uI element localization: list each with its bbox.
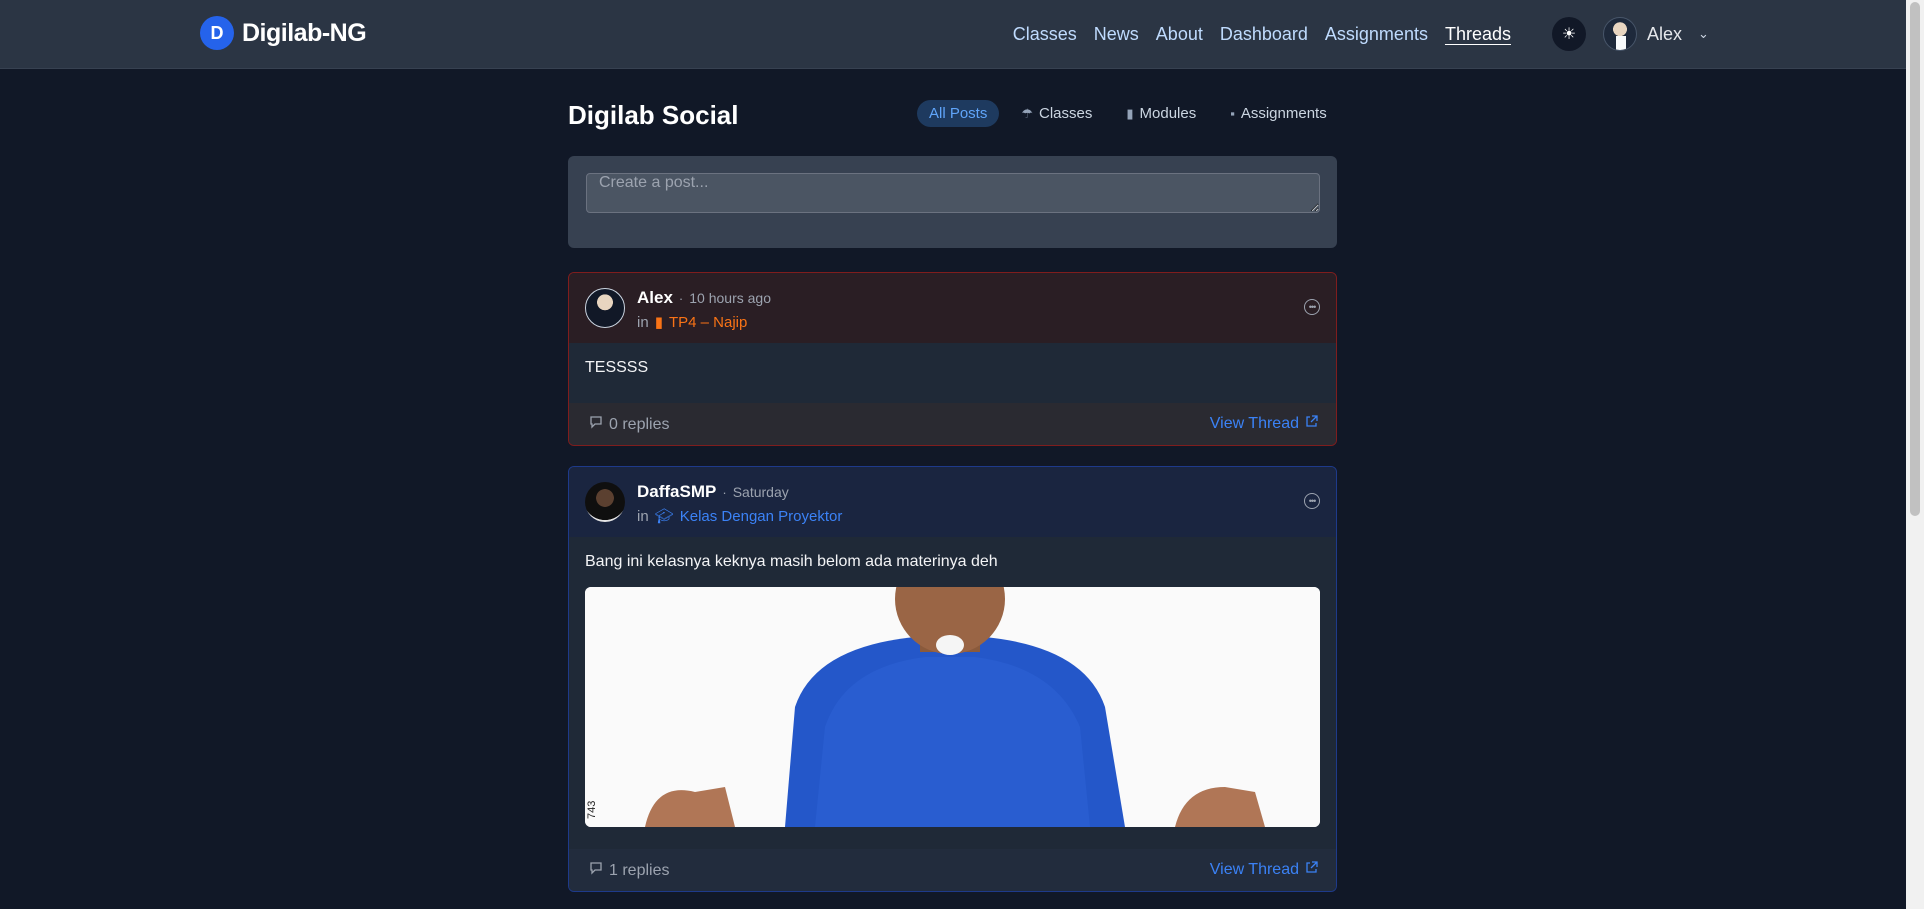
external-link-icon <box>1305 415 1318 433</box>
user-menu[interactable]: Alex ⌄ <box>1603 17 1709 51</box>
more-options-icon[interactable]: ••• <box>1304 493 1320 509</box>
user-name: Alex <box>1647 23 1683 44</box>
monitor-icon: ▪ <box>1230 106 1235 121</box>
post-location-link[interactable]: Kelas Dengan Proyektor <box>680 508 843 525</box>
graduation-cap-icon: 🎓︎ <box>654 508 674 525</box>
external-link-icon <box>1305 861 1318 879</box>
filter-classes[interactable]: ☂ Classes <box>1009 100 1104 127</box>
umbrella-icon: ☂ <box>1021 105 1034 121</box>
nav-link-about[interactable]: About <box>1156 24 1203 45</box>
brand-logo-icon: D <box>200 16 234 50</box>
nav-link-dashboard[interactable]: Dashboard <box>1220 24 1308 45</box>
chevron-down-icon: ⌄ <box>1698 26 1709 41</box>
brand-name: Digilab-NG <box>242 18 367 47</box>
filter-label: All Posts <box>929 105 988 122</box>
comment-icon <box>589 415 603 434</box>
view-thread-link[interactable]: View Thread <box>1210 861 1318 879</box>
shrugging-man-photo: 743 <box>585 587 1320 827</box>
post-header: DaffaSMP · Saturday in 🎓︎ Kelas Dengan Pro… <box>569 467 1336 537</box>
nav-link-assignments[interactable]: Assignments <box>1325 24 1428 45</box>
post-author[interactable]: DaffaSMP · Saturday <box>637 482 789 502</box>
nav-link-news[interactable]: News <box>1094 24 1139 45</box>
post-location: in 🎓︎ Kelas Dengan Proyektor <box>637 507 843 526</box>
post-filters: All Posts ☂ Classes ▮ Modules ▪ Assignme… <box>917 100 1339 127</box>
post-location: in ▮ TP4 – Najip <box>637 313 748 332</box>
filter-assignments[interactable]: ▪ Assignments <box>1218 100 1338 127</box>
post-header: Alex · 10 hours ago in ▮ TP4 – Najip ••• <box>569 273 1336 343</box>
filter-label: Assignments <box>1240 105 1327 122</box>
filter-modules[interactable]: ▮ Modules <box>1114 100 1208 127</box>
nav-links: Classes News About Dashboard Assignments… <box>1013 0 1511 68</box>
post-body: TESSSS <box>585 359 649 376</box>
post-time: 10 hours ago <box>689 290 771 306</box>
top-navbar: D Digilab-NG Classes News About Dashboar… <box>0 0 1906 69</box>
filter-label: Modules <box>1139 105 1197 122</box>
post-footer: 1 replies View Thread <box>569 849 1336 891</box>
post-body: Bang ini kelasnya keknya masih belom ada… <box>585 553 998 570</box>
sun-icon: ☀ <box>1561 26 1577 43</box>
nav-link-classes[interactable]: Classes <box>1013 24 1077 45</box>
post-image[interactable]: 743 <box>585 587 1320 827</box>
book-icon: ▮ <box>1126 105 1134 121</box>
create-post-input[interactable] <box>586 173 1320 213</box>
view-thread-link[interactable]: View Thread <box>1210 415 1318 433</box>
nav-link-threads[interactable]: Threads <box>1445 24 1511 45</box>
post-card: Alex · 10 hours ago in ▮ TP4 – Najip ••• T… <box>568 272 1337 446</box>
replies-count: 1 replies <box>589 861 669 880</box>
post-time: Saturday <box>732 484 789 500</box>
theme-toggle-button[interactable]: ☀ <box>1552 17 1586 51</box>
scrollbar-thumb[interactable] <box>1910 2 1920 516</box>
filter-all-posts[interactable]: All Posts <box>917 100 1000 127</box>
page-title: Digilab Social <box>568 100 739 130</box>
brand[interactable]: D Digilab-NG <box>200 16 367 50</box>
create-post-box <box>568 156 1337 248</box>
avatar[interactable] <box>585 482 625 522</box>
avatar <box>1603 17 1637 51</box>
filter-label: Classes <box>1039 105 1093 122</box>
post-card: DaffaSMP · Saturday in 🎓︎ Kelas Dengan Pro… <box>568 466 1337 892</box>
replies-count: 0 replies <box>589 415 669 434</box>
file-icon: ▮ <box>654 314 663 331</box>
post-location-link[interactable]: TP4 – Najip <box>669 314 747 331</box>
post-author[interactable]: Alex · 10 hours ago <box>637 288 771 308</box>
post-footer: 0 replies View Thread <box>569 403 1336 445</box>
page-scrollbar[interactable] <box>1906 0 1924 909</box>
comment-icon <box>589 861 603 880</box>
more-options-icon[interactable]: ••• <box>1304 299 1320 315</box>
image-caption: 743 <box>586 801 598 819</box>
avatar[interactable] <box>585 288 625 328</box>
